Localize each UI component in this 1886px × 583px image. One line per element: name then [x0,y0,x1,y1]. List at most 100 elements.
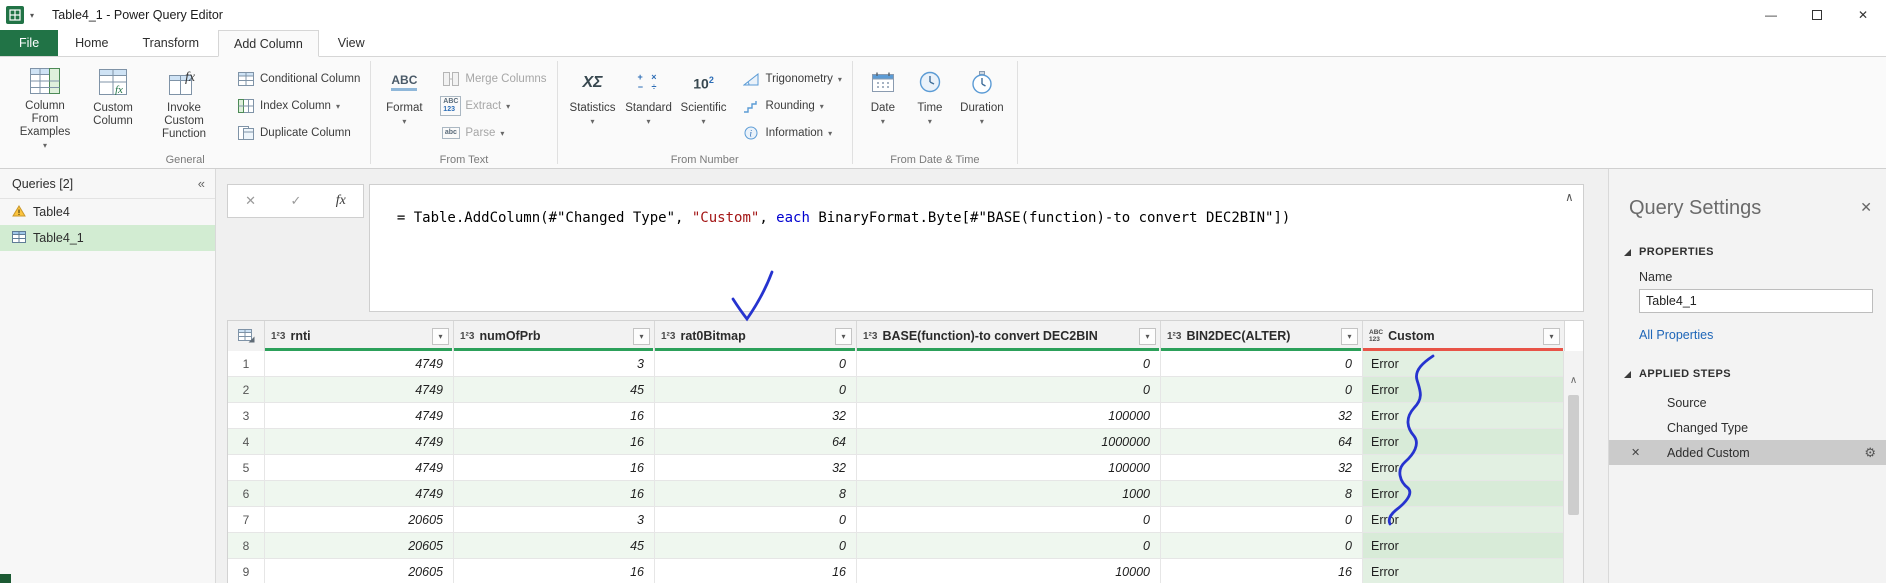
grid-cell-error[interactable]: Error [1363,559,1565,583]
grid-cell[interactable]: 64 [1161,429,1363,454]
grid-cell[interactable]: 1000000 [857,429,1161,454]
formula-input[interactable]: = Table.AddColumn(#"Changed Type", "Cust… [369,184,1584,312]
column-header-rnti[interactable]: 1²3 rnti ▾ [265,321,454,351]
grid-cell[interactable]: 16 [454,559,655,583]
column-header-custom[interactable]: ABC 123 Custom ▾ [1363,321,1565,351]
grid-cell[interactable]: 3 [454,351,655,376]
grid-cell[interactable]: 16 [454,429,655,454]
collapse-pane-icon[interactable]: « [198,176,205,191]
grid-cell-error[interactable]: Error [1363,377,1565,402]
cancel-icon[interactable]: ✕ [245,193,256,209]
grid-cell-error[interactable]: Error [1363,429,1565,454]
conditional-column-button[interactable]: Conditional Column [232,67,364,91]
column-header-numofprb[interactable]: 1²3 numOfPrb ▾ [454,321,655,351]
row-number[interactable]: 3 [228,403,265,428]
row-number[interactable]: 6 [228,481,265,506]
grid-cell[interactable]: 0 [857,377,1161,402]
grid-cell[interactable]: 16 [655,559,857,583]
row-number[interactable]: 5 [228,455,265,480]
filter-icon[interactable]: ▾ [1341,327,1358,345]
tab-home[interactable]: Home [60,30,123,56]
quick-access-dropdown-icon[interactable]: ▾ [30,11,34,20]
grid-cell[interactable]: 4749 [265,351,454,376]
duration-button[interactable]: Duration ▾ [953,60,1011,152]
grid-cell[interactable]: 0 [655,533,857,558]
tab-transform[interactable]: Transform [128,30,215,56]
column-from-examples-button[interactable]: Column From Examples ▾ [6,60,84,152]
query-name-input[interactable] [1639,289,1873,313]
extract-button[interactable]: ABC 123 Extract ▾ [437,94,550,118]
grid-cell[interactable]: 4749 [265,429,454,454]
time-button[interactable]: Time ▾ [907,60,953,152]
all-properties-link[interactable]: All Properties [1639,328,1886,342]
grid-cell[interactable]: 32 [1161,403,1363,428]
row-number[interactable]: 8 [228,533,265,558]
grid-cell[interactable]: 20605 [265,507,454,532]
grid-cell[interactable]: 0 [857,351,1161,376]
custom-column-button[interactable]: fx Custom Column [84,60,142,152]
grid-cell-error[interactable]: Error [1363,455,1565,480]
filter-icon[interactable]: ▾ [432,327,449,345]
grid-cell[interactable]: 0 [655,377,857,402]
filter-icon[interactable]: ▾ [633,327,650,345]
close-panel-icon[interactable]: ✕ [1860,199,1872,216]
grid-cell[interactable]: 16 [454,403,655,428]
grid-cell[interactable]: 64 [655,429,857,454]
grid-cell[interactable]: 4749 [265,377,454,402]
grid-cell[interactable]: 0 [1161,377,1363,402]
grid-cell[interactable]: 0 [1161,533,1363,558]
grid-cell[interactable]: 4749 [265,455,454,480]
grid-cell[interactable]: 4749 [265,481,454,506]
grid-cell[interactable]: 45 [454,377,655,402]
parse-button[interactable]: abc Parse ▾ [437,121,550,145]
grid-cell[interactable]: 32 [1161,455,1363,480]
grid-cell-error[interactable]: Error [1363,533,1565,558]
grid-cell-error[interactable]: Error [1363,507,1565,532]
grid-cell[interactable]: 4749 [265,403,454,428]
grid-cell-error[interactable]: Error [1363,403,1565,428]
grid-cell[interactable]: 100000 [857,455,1161,480]
grid-cell[interactable]: 3 [454,507,655,532]
delete-step-icon[interactable]: ✕ [1631,446,1640,459]
grid-cell[interactable]: 8 [1161,481,1363,506]
grid-cell[interactable]: 10000 [857,559,1161,583]
grid-cell[interactable]: 20605 [265,559,454,583]
information-button[interactable]: i Information ▾ [738,121,846,145]
gear-icon[interactable]: ⚙ [1864,445,1876,461]
scroll-up-icon[interactable]: ∧ [1564,375,1583,386]
fx-icon[interactable]: fx [336,193,346,209]
invoke-custom-function-button[interactable]: fx Invoke Custom Function [142,60,226,152]
format-button[interactable]: ABC Format ▾ [377,60,431,152]
standard-button[interactable]: + × − ÷ Standard ▾ [622,60,676,152]
filter-icon[interactable]: ▾ [835,327,852,345]
step-changed-type[interactable]: Changed Type [1609,415,1886,440]
trigonometry-button[interactable]: Trigonometry ▾ [738,67,846,91]
grid-cell-error[interactable]: Error [1363,351,1565,376]
query-item-table4-1[interactable]: Table4_1 [0,225,215,251]
grid-cell[interactable]: 100000 [857,403,1161,428]
grid-cell[interactable]: 8 [655,481,857,506]
select-all-corner[interactable] [228,321,265,351]
step-source[interactable]: Source [1609,390,1886,415]
grid-cell[interactable]: 0 [857,533,1161,558]
grid-cell[interactable]: 16 [454,455,655,480]
grid-cell[interactable]: 16 [454,481,655,506]
filter-icon[interactable]: ▾ [1543,327,1560,345]
row-number[interactable]: 2 [228,377,265,402]
statistics-button[interactable]: XΣ Statistics ▾ [564,60,622,152]
grid-cell[interactable]: 0 [857,507,1161,532]
column-header-bin2dec[interactable]: 1²3 BIN2DEC(ALTER) ▾ [1161,321,1363,351]
grid-cell[interactable]: 20605 [265,533,454,558]
tab-view[interactable]: View [323,30,380,56]
row-number[interactable]: 1 [228,351,265,376]
minimize-button[interactable]: — [1748,0,1794,30]
row-number[interactable]: 7 [228,507,265,532]
applied-steps-section-header[interactable]: APPLIED STEPS [1623,368,1886,380]
query-item-table4[interactable]: Table4 [0,199,215,225]
tab-add-column[interactable]: Add Column [218,30,319,57]
grid-cell[interactable]: 32 [655,455,857,480]
grid-cell[interactable]: 16 [1161,559,1363,583]
rounding-button[interactable]: Rounding ▾ [738,94,846,118]
grid-cell[interactable]: 32 [655,403,857,428]
vertical-scrollbar[interactable]: ∧ [1563,351,1583,583]
